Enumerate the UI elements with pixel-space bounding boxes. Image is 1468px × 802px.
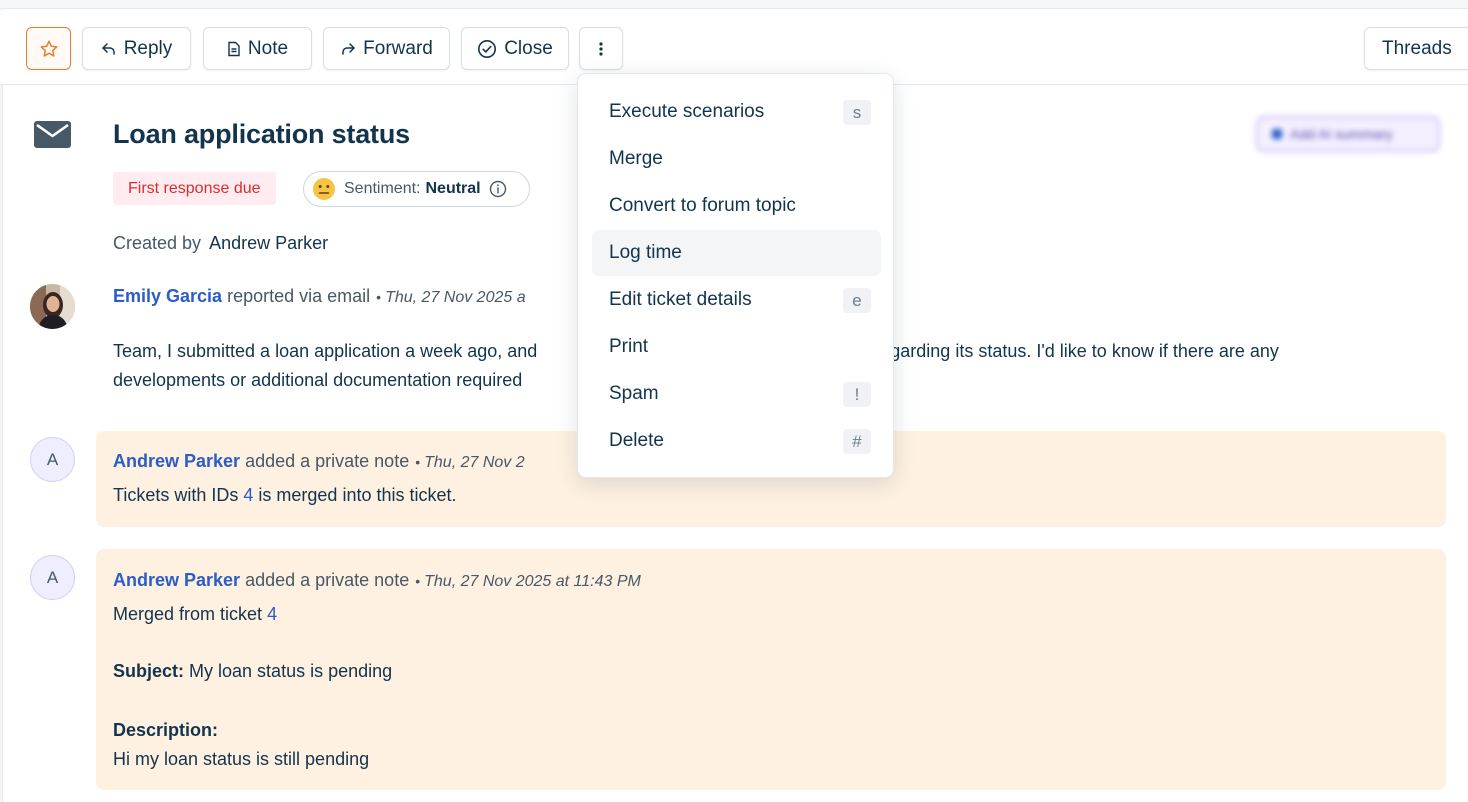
shortcut-key: ! [843,382,871,407]
shortcut-key: e [843,288,871,313]
note-text-after: is merged into this ticket. [258,485,457,505]
menu-item-log-time[interactable]: Log time [592,230,881,276]
menu-item-label: Convert to forum topic [609,195,796,216]
left-edge [0,9,3,802]
forward-button[interactable]: Forward [323,27,450,70]
avatar: A [30,437,75,482]
reply-icon [101,42,115,55]
more-actions-button[interactable] [579,27,623,70]
separator-dot: • [415,573,421,589]
ai-icon [1272,129,1282,139]
description-label: Description: [113,720,219,740]
note-text-before: Merged from ticket [113,604,263,624]
note-author[interactable]: Andrew Parker [113,451,240,471]
sentiment-label: Sentiment: [344,180,421,197]
menu-item-execute-scenarios[interactable]: Execute scenarios s [592,89,881,135]
note-action: added a private note [245,570,410,590]
menu-item-print[interactable]: Print [592,324,881,370]
created-by: Created by Andrew Parker [113,233,328,254]
note-author[interactable]: Andrew Parker [113,570,240,590]
note-label: Note [247,37,289,59]
menu-item-label: Edit ticket details [609,289,752,310]
note-header: Andrew Parker added a private note • Thu, … [113,570,641,591]
note-timestamp: Thu, 27 Nov 2025 at 11:43 PM [424,573,641,590]
message-body-part1: Team, I submitted a loan application a w… [113,341,538,361]
menu-item-delete[interactable]: Delete # [592,418,881,464]
avatar: A [30,555,75,600]
top-strip [0,0,1468,9]
star-button[interactable] [26,27,71,70]
note-text: Tickets with IDs 4 is merged into this t… [113,485,457,506]
note-header: Andrew Parker added a private note • Thu, … [113,451,525,472]
threads-button[interactable]: Threads [1364,27,1468,70]
separator-dot: • [415,454,421,470]
menu-item-edit-ticket-details[interactable]: Edit ticket details e [592,277,881,323]
subject-value: My loan status is pending [189,661,393,681]
description-value: Hi my loan status is still pending [113,749,370,769]
sentiment-badge[interactable]: Sentiment: Neutral [303,171,530,207]
message-action: reported via email [227,286,371,306]
first-response-due-badge: First response due [113,172,276,205]
ticket-title: Loan application status [113,119,410,149]
mail-icon [34,121,71,153]
created-by-name[interactable]: Andrew Parker [209,233,328,253]
note-text: Merged from ticket 4 [113,604,277,625]
note-button[interactable]: Note [203,27,312,70]
avatar [30,284,75,329]
created-by-label: Created by [113,233,202,253]
ticket-link[interactable]: 4 [243,485,253,505]
note-action: added a private note [245,451,410,471]
menu-item-merge[interactable]: Merge [592,136,881,182]
menu-item-label: Print [609,336,649,357]
note-subject: Subject: My loan status is pending [113,661,392,682]
note-text-before: Tickets with IDs [113,485,239,505]
check-circle-icon [478,39,497,58]
separator-dot: • [376,289,382,305]
menu-item-spam[interactable]: Spam ! [592,371,881,417]
message-author[interactable]: Emily Garcia [113,286,222,306]
menu-item-convert-to-forum-topic[interactable]: Convert to forum topic [592,183,881,229]
menu-item-label: Execute scenarios [609,101,765,122]
message-timestamp: Thu, 27 Nov 2025 a [385,289,526,306]
menu-item-label: Delete [609,430,664,451]
threads-label: Threads [1382,37,1452,59]
subject-label: Subject: [113,661,185,681]
menu-item-label: Log time [609,242,682,263]
message-header: Emily Garcia reported via email • Thu, 27 … [113,286,526,307]
close-ticket-button[interactable]: Close [461,27,569,70]
neutral-face-icon [313,178,335,200]
more-actions-menu: Execute scenarios s Merge Convert to for… [577,73,894,478]
sentiment-value: Neutral [425,180,481,197]
shortcut-key: # [843,429,871,454]
ai-summary-label: Add AI summary [1290,126,1393,142]
menu-item-label: Spam [609,383,659,404]
message-body-part2: s regarding its status. I'd like to know… [860,341,1279,361]
note-icon [228,41,240,56]
menu-item-label: Merge [609,148,663,169]
reply-button[interactable]: Reply [82,27,191,70]
more-vertical-icon [599,41,603,56]
forward-icon [342,42,355,55]
note-timestamp: Thu, 27 Nov 2 [424,454,525,471]
ticket-link[interactable]: 4 [267,604,277,624]
ai-summary-button[interactable]: Add AI summary [1256,116,1440,152]
close-label: Close [504,37,553,59]
shortcut-key: s [843,100,871,125]
reply-label: Reply [123,37,173,59]
star-icon [40,40,57,57]
info-icon[interactable] [489,180,507,198]
forward-label: Forward [363,37,433,59]
